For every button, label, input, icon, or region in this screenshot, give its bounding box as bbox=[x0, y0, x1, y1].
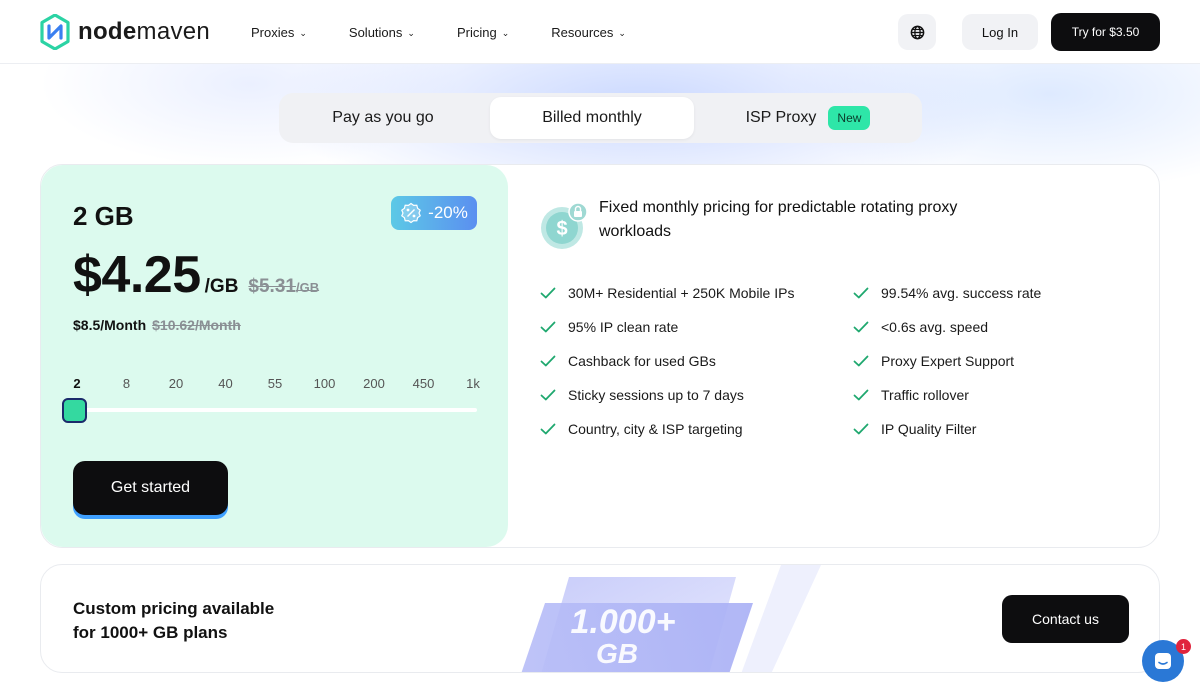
chevron-down-icon: ⌄ bbox=[407, 27, 415, 38]
login-button[interactable]: Log In bbox=[962, 14, 1038, 50]
discount-badge: -20% bbox=[391, 196, 477, 230]
tab-isp-label: ISP Proxy bbox=[745, 109, 817, 126]
checkmark-icon bbox=[540, 389, 556, 401]
chevron-down-icon: ⌄ bbox=[299, 27, 307, 38]
checkmark-icon bbox=[853, 287, 869, 299]
graphic-volume-number: 1.000+ bbox=[571, 603, 676, 641]
nav-solutions[interactable]: Solutions ⌄ bbox=[349, 25, 415, 40]
chat-unread-badge: 1 bbox=[1176, 639, 1191, 654]
old-monthly-price: $10.62/Month bbox=[152, 317, 241, 333]
feature-item: Proxy Expert Support bbox=[853, 353, 1014, 369]
feature-item: <0.6s avg. speed bbox=[853, 319, 988, 335]
checkmark-icon bbox=[540, 287, 556, 299]
pricing-card: 2 GB -20% $4.25 /GB $5.31/GB $8.5/Month $… bbox=[40, 164, 1160, 548]
feature-item: 99.54% avg. success rate bbox=[853, 285, 1041, 301]
custom-pricing-card: Custom pricing available for 1000+ GB pl… bbox=[40, 564, 1160, 673]
globe-icon bbox=[910, 25, 924, 39]
volume-graphic: 1.000+ GB bbox=[521, 565, 821, 672]
gb-slider-handle[interactable] bbox=[62, 398, 87, 423]
nav-resources[interactable]: Resources ⌄ bbox=[551, 25, 626, 40]
custom-pricing-text: Custom pricing available for 1000+ GB pl… bbox=[73, 599, 275, 642]
site-header: nodemaven Proxies ⌄ Solutions ⌄ Pricing ⌄ R… bbox=[0, 0, 1200, 64]
feature-item: Traffic rollover bbox=[853, 387, 969, 403]
nodemaven-logo-icon bbox=[40, 14, 70, 50]
checkmark-icon bbox=[853, 389, 869, 401]
feature-label: 95% IP clean rate bbox=[568, 319, 679, 335]
price-row: $4.25 /GB $5.31/GB bbox=[73, 245, 319, 305]
slider-step-label[interactable]: 40 bbox=[218, 376, 232, 391]
features-panel: $ Fixed monthly pricing for predictable … bbox=[508, 165, 1159, 547]
billing-tabs: Pay as you go Billed monthly ISP Proxy N… bbox=[279, 93, 922, 143]
nav-pricing[interactable]: Pricing ⌄ bbox=[457, 25, 509, 40]
logo-text: nodemaven bbox=[78, 18, 211, 45]
feature-item: Cashback for used GBs bbox=[540, 353, 716, 369]
checkmark-icon bbox=[540, 355, 556, 367]
contact-us-button[interactable]: Contact us bbox=[1002, 595, 1129, 643]
slider-labels: 2 8 20 40 55 100 200 450 1k bbox=[73, 376, 480, 392]
nav-proxies[interactable]: Proxies ⌄ bbox=[251, 25, 307, 40]
discount-value: -20% bbox=[428, 203, 468, 222]
checkmark-icon bbox=[853, 423, 869, 435]
chevron-down-icon: ⌄ bbox=[501, 27, 510, 38]
slider-step-label[interactable]: 2 bbox=[73, 376, 80, 391]
checkmark-icon bbox=[853, 321, 869, 333]
checkmark-icon bbox=[540, 423, 556, 435]
tab-isp-proxy[interactable]: ISP Proxy New bbox=[699, 97, 917, 139]
tab-billed-monthly[interactable]: Billed monthly bbox=[490, 97, 694, 139]
logo[interactable]: nodemaven bbox=[40, 14, 210, 50]
feature-item: Country, city & ISP targeting bbox=[540, 421, 743, 437]
feature-item: Sticky sessions up to 7 days bbox=[540, 387, 744, 403]
monthly-price: $8.5/Month $10.62/Month bbox=[73, 317, 241, 333]
slider-step-label[interactable]: 200 bbox=[363, 376, 385, 391]
feature-label: Sticky sessions up to 7 days bbox=[568, 387, 744, 403]
slider-step-label[interactable]: 450 bbox=[413, 376, 435, 391]
percent-tag-icon bbox=[401, 202, 422, 224]
plan-panel: 2 GB -20% $4.25 /GB $5.31/GB $8.5/Month $… bbox=[41, 165, 508, 547]
get-started-button[interactable]: Get started bbox=[73, 461, 228, 515]
svg-text:$: $ bbox=[556, 218, 567, 240]
slider-step-label[interactable]: 1k bbox=[466, 376, 480, 391]
slider-step-label[interactable]: 8 bbox=[123, 376, 130, 391]
price-unit: /GB bbox=[204, 276, 239, 297]
slider-step-label[interactable]: 55 bbox=[268, 376, 282, 391]
feature-label: 30M+ Residential + 250K Mobile IPs bbox=[568, 285, 795, 301]
chevron-down-icon: ⌄ bbox=[618, 27, 626, 38]
language-button[interactable] bbox=[898, 14, 936, 50]
feature-item: 30M+ Residential + 250K Mobile IPs bbox=[540, 285, 794, 301]
secure-dollar-coin-icon: $ bbox=[541, 202, 588, 249]
slider-step-label[interactable]: 100 bbox=[314, 376, 336, 391]
chat-icon bbox=[1155, 653, 1171, 669]
feature-label: Country, city & ISP targeting bbox=[568, 421, 743, 437]
checkmark-icon bbox=[540, 321, 556, 333]
old-price: $5.31/GB bbox=[248, 276, 320, 297]
feature-label: Proxy Expert Support bbox=[881, 353, 1015, 369]
main-nav: Proxies ⌄ Solutions ⌄ Pricing ⌄ Resources ⌄ bbox=[251, 0, 668, 64]
checkmark-icon bbox=[853, 355, 869, 367]
try-button[interactable]: Try for $3.50 bbox=[1051, 13, 1160, 51]
feature-label: Cashback for used GBs bbox=[568, 353, 716, 369]
price: $4.25 bbox=[73, 246, 201, 304]
feature-label: <0.6s avg. speed bbox=[881, 319, 989, 335]
feature-item: IP Quality Filter bbox=[853, 421, 976, 437]
feature-item: 95% IP clean rate bbox=[540, 319, 678, 335]
feature-label: 99.54% avg. success rate bbox=[881, 285, 1042, 301]
tab-pay-as-you-go[interactable]: Pay as you go bbox=[283, 97, 483, 139]
features-headline: Fixed monthly pricing for predictable ro… bbox=[599, 199, 958, 240]
graphic-volume-unit: GB bbox=[596, 638, 638, 669]
feature-label: IP Quality Filter bbox=[881, 421, 977, 437]
gb-slider-track[interactable] bbox=[73, 408, 477, 412]
new-badge: New bbox=[828, 106, 871, 130]
slider-step-label[interactable]: 20 bbox=[169, 376, 183, 391]
feature-label: Traffic rollover bbox=[881, 387, 969, 403]
plan-size: 2 GB bbox=[73, 201, 134, 231]
